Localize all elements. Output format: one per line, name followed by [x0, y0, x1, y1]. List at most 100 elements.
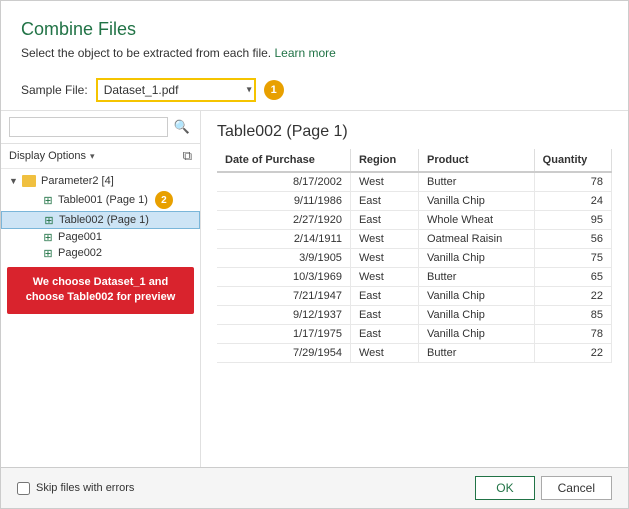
dialog-header: Combine Files Select the object to be ex… [1, 1, 628, 70]
table-cell: 22 [534, 287, 611, 306]
table-cell: Vanilla Chip [419, 325, 535, 344]
ok-button[interactable]: OK [475, 476, 534, 500]
sample-file-row: Sample File: Dataset_1.pdf ▾ 1 [1, 70, 628, 110]
table-cell: West [350, 172, 418, 192]
spacer-icon [28, 232, 38, 242]
skip-errors-checkbox[interactable] [17, 482, 30, 495]
table-cell: Vanilla Chip [419, 306, 535, 325]
red-info-box: We choose Dataset_1 and choose Table002 … [7, 267, 194, 314]
table-cell: 75 [534, 249, 611, 268]
sample-file-select[interactable]: Dataset_1.pdf [96, 78, 256, 102]
tree-item-table001[interactable]: ⊞ Table001 (Page 1) 2 [1, 189, 200, 211]
table-cell: 7/29/1954 [217, 344, 350, 363]
right-panel: Table002 (Page 1) Date of Purchase Regio… [201, 111, 628, 467]
table-cell: West [350, 344, 418, 363]
table-row: 7/21/1947EastVanilla Chip22 [217, 287, 612, 306]
table-row: 7/29/1954WestButter22 [217, 344, 612, 363]
tree-item-label: Page002 [58, 247, 102, 259]
folder-icon [22, 175, 36, 187]
dialog-footer: Skip files with errors OK Cancel [1, 467, 628, 508]
tree-item-table002[interactable]: ⊞ Table002 (Page 1) [1, 211, 200, 229]
table-cell: 10/3/1969 [217, 268, 350, 287]
tree-item-label: Page001 [58, 231, 102, 243]
table-row: 2/14/1911WestOatmeal Raisin56 [217, 230, 612, 249]
badge-2: 2 [155, 191, 173, 209]
table-cell: 1/17/1975 [217, 325, 350, 344]
display-options-row[interactable]: Display Options ▾ ⧉ [1, 144, 200, 169]
table-icon: ⊞ [41, 247, 55, 259]
table-cell: East [350, 325, 418, 344]
table-cell: 24 [534, 192, 611, 211]
tree-item-page001[interactable]: ⊞ Page001 [1, 229, 200, 245]
table-cell: 2/27/1920 [217, 211, 350, 230]
spacer-icon [28, 195, 38, 205]
dialog-body: 🔍 Display Options ▾ ⧉ ▼ Parameter2 [4] [1, 110, 628, 467]
tree-item-label: Table002 (Page 1) [59, 214, 149, 226]
table-cell: Whole Wheat [419, 211, 535, 230]
table-cell: 95 [534, 211, 611, 230]
spacer-icon [28, 248, 38, 258]
table-cell: West [350, 268, 418, 287]
table-cell: Vanilla Chip [419, 249, 535, 268]
table-header-row: Date of Purchase Region Product Quantity [217, 149, 612, 172]
footer-buttons: OK Cancel [475, 476, 612, 500]
chevron-down-icon: ▾ [90, 151, 95, 162]
spacer-icon [29, 215, 39, 225]
table-cell: 78 [534, 172, 611, 192]
table-row: 3/9/1905WestVanilla Chip75 [217, 249, 612, 268]
table-row: 9/12/1937EastVanilla Chip85 [217, 306, 612, 325]
table-cell: 9/12/1937 [217, 306, 350, 325]
table-row: 10/3/1969WestButter65 [217, 268, 612, 287]
table-cell: 7/21/1947 [217, 287, 350, 306]
tree-area: ▼ Parameter2 [4] ⊞ Table001 (Page 1) 2 [1, 169, 200, 467]
tree-item-label: Table001 (Page 1) [58, 194, 148, 206]
data-table-wrapper: Date of Purchase Region Product Quantity… [201, 149, 628, 467]
display-options-label[interactable]: Display Options [9, 150, 86, 162]
col-header-product: Product [419, 149, 535, 172]
badge-1: 1 [264, 80, 284, 100]
data-table: Date of Purchase Region Product Quantity… [217, 149, 612, 363]
expand-arrow-icon: ▼ [9, 176, 19, 186]
table-cell: Oatmeal Raisin [419, 230, 535, 249]
table-cell: Butter [419, 172, 535, 192]
learn-more-link[interactable]: Learn more [274, 46, 335, 60]
table-cell: East [350, 306, 418, 325]
table-cell: 8/17/2002 [217, 172, 350, 192]
tree-root[interactable]: ▼ Parameter2 [4] [1, 173, 200, 189]
skip-errors-label: Skip files with errors [36, 482, 134, 494]
sample-file-label: Sample File: [21, 83, 88, 97]
dialog-subtitle: Select the object to be extracted from e… [21, 46, 608, 60]
search-button[interactable]: 🔍 [172, 117, 192, 137]
table-row: 1/17/1975EastVanilla Chip78 [217, 325, 612, 344]
table-cell: 65 [534, 268, 611, 287]
dialog-title: Combine Files [21, 19, 608, 40]
table-cell: West [350, 230, 418, 249]
table-cell: 85 [534, 306, 611, 325]
table-icon: ⊞ [41, 231, 55, 243]
table-icon: ⊞ [41, 194, 55, 206]
table-cell: 3/9/1905 [217, 249, 350, 268]
tree-root-label: Parameter2 [4] [41, 175, 114, 187]
tree-item-page002[interactable]: ⊞ Page002 [1, 245, 200, 261]
export-icon[interactable]: ⧉ [183, 148, 192, 164]
left-panel: 🔍 Display Options ▾ ⧉ ▼ Parameter2 [4] [1, 111, 201, 467]
search-input[interactable] [9, 117, 168, 137]
table-cell: 78 [534, 325, 611, 344]
col-header-region: Region [350, 149, 418, 172]
table-title: Table002 (Page 1) [201, 111, 628, 149]
table-icon: ⊞ [42, 214, 56, 226]
cancel-button[interactable]: Cancel [541, 476, 612, 500]
col-header-date: Date of Purchase [217, 149, 350, 172]
table-cell: Butter [419, 268, 535, 287]
table-cell: West [350, 249, 418, 268]
table-row: 2/27/1920EastWhole Wheat95 [217, 211, 612, 230]
table-cell: 2/14/1911 [217, 230, 350, 249]
table-cell: East [350, 211, 418, 230]
table-cell: 56 [534, 230, 611, 249]
search-bar: 🔍 [1, 111, 200, 144]
sample-file-select-wrapper: Dataset_1.pdf ▾ [96, 78, 256, 102]
col-header-quantity: Quantity [534, 149, 611, 172]
table-cell: Vanilla Chip [419, 192, 535, 211]
table-cell: Vanilla Chip [419, 287, 535, 306]
table-cell: Butter [419, 344, 535, 363]
